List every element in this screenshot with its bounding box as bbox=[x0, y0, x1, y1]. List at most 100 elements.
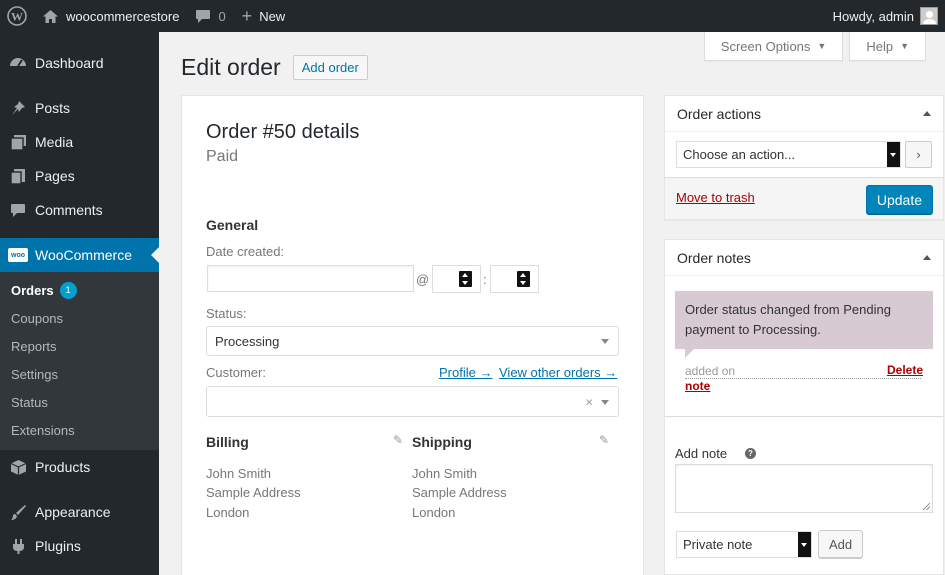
submenu-coupons[interactable]: Coupons bbox=[0, 304, 159, 332]
menu-label: Appearance bbox=[35, 504, 111, 520]
menu-plugins[interactable]: Plugins bbox=[0, 529, 159, 563]
note-meta: added on bbox=[685, 364, 921, 379]
shipping-address-line: London bbox=[412, 505, 456, 520]
orders-count-badge: 1 bbox=[59, 281, 77, 299]
order-notes-box: Order notes Order status changed from Pe… bbox=[664, 239, 944, 575]
screen-options-label: Screen Options bbox=[720, 38, 811, 54]
chevron-down-icon bbox=[601, 399, 609, 405]
add-note-label: Add note bbox=[675, 446, 728, 461]
plugins-icon bbox=[8, 536, 28, 556]
edit-billing-pencil-icon[interactable]: ✎ bbox=[393, 433, 403, 447]
comments-icon bbox=[8, 200, 28, 220]
spinner-icon[interactable] bbox=[517, 271, 530, 287]
note-type-select[interactable]: Private note bbox=[676, 531, 812, 558]
billing-address-line: London bbox=[206, 505, 250, 520]
page-header: Edit order Add order bbox=[181, 54, 368, 81]
collapse-arrow-icon[interactable] bbox=[923, 255, 931, 260]
minute-input[interactable] bbox=[490, 265, 539, 293]
admin-bar: W woocommercestore 0 + New Howdy, admin bbox=[0, 0, 945, 32]
clear-icon[interactable]: × bbox=[585, 394, 593, 409]
submenu-label: Settings bbox=[11, 366, 58, 382]
status-label: Status: bbox=[206, 306, 247, 321]
submenu-settings[interactable]: Settings bbox=[0, 360, 159, 388]
date-created-input[interactable] bbox=[207, 265, 414, 292]
note-type-value: Private note bbox=[683, 537, 753, 552]
billing-section-title: Billing bbox=[206, 434, 249, 450]
hour-input[interactable] bbox=[432, 265, 481, 293]
customer-select[interactable]: × bbox=[206, 386, 619, 417]
general-section-title: General bbox=[206, 217, 259, 233]
submenu-label: Extensions bbox=[11, 422, 75, 438]
order-actions-header[interactable]: Order actions bbox=[665, 96, 943, 132]
spinner-icon[interactable] bbox=[459, 271, 472, 287]
svg-text:W: W bbox=[11, 10, 23, 24]
status-value: Processing bbox=[215, 333, 280, 349]
products-icon bbox=[8, 457, 28, 477]
woo-logo-text: woo bbox=[8, 248, 28, 262]
date-created-label: Date created: bbox=[206, 244, 285, 259]
comment-bubble-icon bbox=[195, 9, 211, 24]
new-content-link[interactable]: + New bbox=[234, 0, 294, 32]
status-select[interactable]: Processing bbox=[206, 326, 619, 356]
move-to-trash-link[interactable]: Move to trash bbox=[676, 190, 755, 205]
apply-action-button[interactable]: › bbox=[905, 141, 932, 168]
menu-label: Posts bbox=[35, 100, 71, 116]
add-order-button[interactable]: Add order bbox=[292, 55, 368, 80]
delete-note-link[interactable]: Delete bbox=[887, 363, 923, 377]
menu-label: Pages bbox=[35, 168, 75, 184]
update-button[interactable]: Update bbox=[865, 185, 933, 214]
menu-appearance[interactable]: Appearance bbox=[0, 495, 159, 529]
my-account-link[interactable]: Howdy, admin bbox=[825, 0, 945, 32]
caret-down-icon: ▼ bbox=[817, 41, 827, 51]
submenu-label: Coupons bbox=[11, 310, 64, 326]
customer-profile-link[interactable]: Profile → bbox=[439, 365, 492, 380]
avatar bbox=[920, 7, 938, 25]
delete-note-link[interactable]: note bbox=[685, 379, 710, 393]
menu-woocommerce[interactable]: woo WooCommerce bbox=[0, 238, 159, 272]
site-name-link[interactable]: woocommercestore bbox=[34, 0, 187, 32]
order-actions-box: Order actions Choose an action... › Move… bbox=[664, 95, 944, 220]
comment-count: 0 bbox=[218, 8, 226, 24]
plus-icon: + bbox=[241, 6, 253, 26]
billing-address-line: John Smith bbox=[206, 466, 272, 481]
shipping-address-line: John Smith bbox=[412, 466, 478, 481]
collapse-arrow-icon[interactable] bbox=[923, 111, 931, 116]
comments-link[interactable]: 0 bbox=[187, 0, 233, 32]
screen-meta-links: Screen Options ▼ Help ▼ bbox=[703, 32, 926, 61]
order-payment-status: Paid bbox=[206, 148, 239, 165]
site-name: woocommercestore bbox=[66, 8, 180, 24]
add-note-section: Add note ? Private note Add bbox=[665, 416, 943, 558]
menu-media[interactable]: Media bbox=[0, 125, 159, 159]
order-notes-header[interactable]: Order notes bbox=[665, 240, 943, 276]
pin-icon bbox=[8, 98, 28, 118]
help-label: Help bbox=[866, 38, 894, 54]
order-action-select[interactable]: Choose an action... bbox=[676, 141, 901, 168]
submenu-reports[interactable]: Reports bbox=[0, 332, 159, 360]
menu-products[interactable]: Products bbox=[0, 450, 159, 484]
customer-label: Customer: bbox=[206, 365, 266, 380]
order-note: Order status changed from Pending paymen… bbox=[675, 291, 933, 358]
order-data-panel: Order #50 details Paid General Date crea… bbox=[181, 95, 644, 575]
menu-dashboard[interactable]: Dashboard bbox=[0, 46, 159, 80]
woocommerce-submenu: Orders 1 Coupons Reports Settings Status… bbox=[0, 272, 159, 450]
submenu-orders[interactable]: Orders 1 bbox=[0, 276, 159, 304]
chevron-down-icon bbox=[887, 142, 900, 167]
add-note-button[interactable]: Add bbox=[818, 530, 864, 558]
view-other-orders-link[interactable]: View other orders → bbox=[499, 365, 617, 380]
chevron-right-icon: › bbox=[916, 147, 921, 162]
screen-options-button[interactable]: Screen Options ▼ bbox=[703, 32, 844, 61]
edit-shipping-pencil-icon[interactable]: ✎ bbox=[599, 433, 609, 447]
order-actions-footer: Move to trash Update bbox=[665, 177, 943, 219]
menu-pages[interactable]: Pages bbox=[0, 159, 159, 193]
chevron-down-icon bbox=[601, 339, 609, 344]
wordpress-logo-icon[interactable]: W bbox=[0, 0, 34, 32]
menu-comments[interactable]: Comments bbox=[0, 193, 159, 227]
submenu-extensions[interactable]: Extensions bbox=[0, 416, 159, 444]
menu-posts[interactable]: Posts bbox=[0, 91, 159, 125]
help-tip-icon[interactable]: ? bbox=[745, 448, 756, 459]
add-note-textarea[interactable] bbox=[675, 464, 933, 513]
help-button[interactable]: Help ▼ bbox=[849, 32, 926, 61]
caret-down-icon: ▼ bbox=[900, 41, 909, 51]
submenu-status[interactable]: Status bbox=[0, 388, 159, 416]
menu-label: Dashboard bbox=[35, 55, 104, 71]
